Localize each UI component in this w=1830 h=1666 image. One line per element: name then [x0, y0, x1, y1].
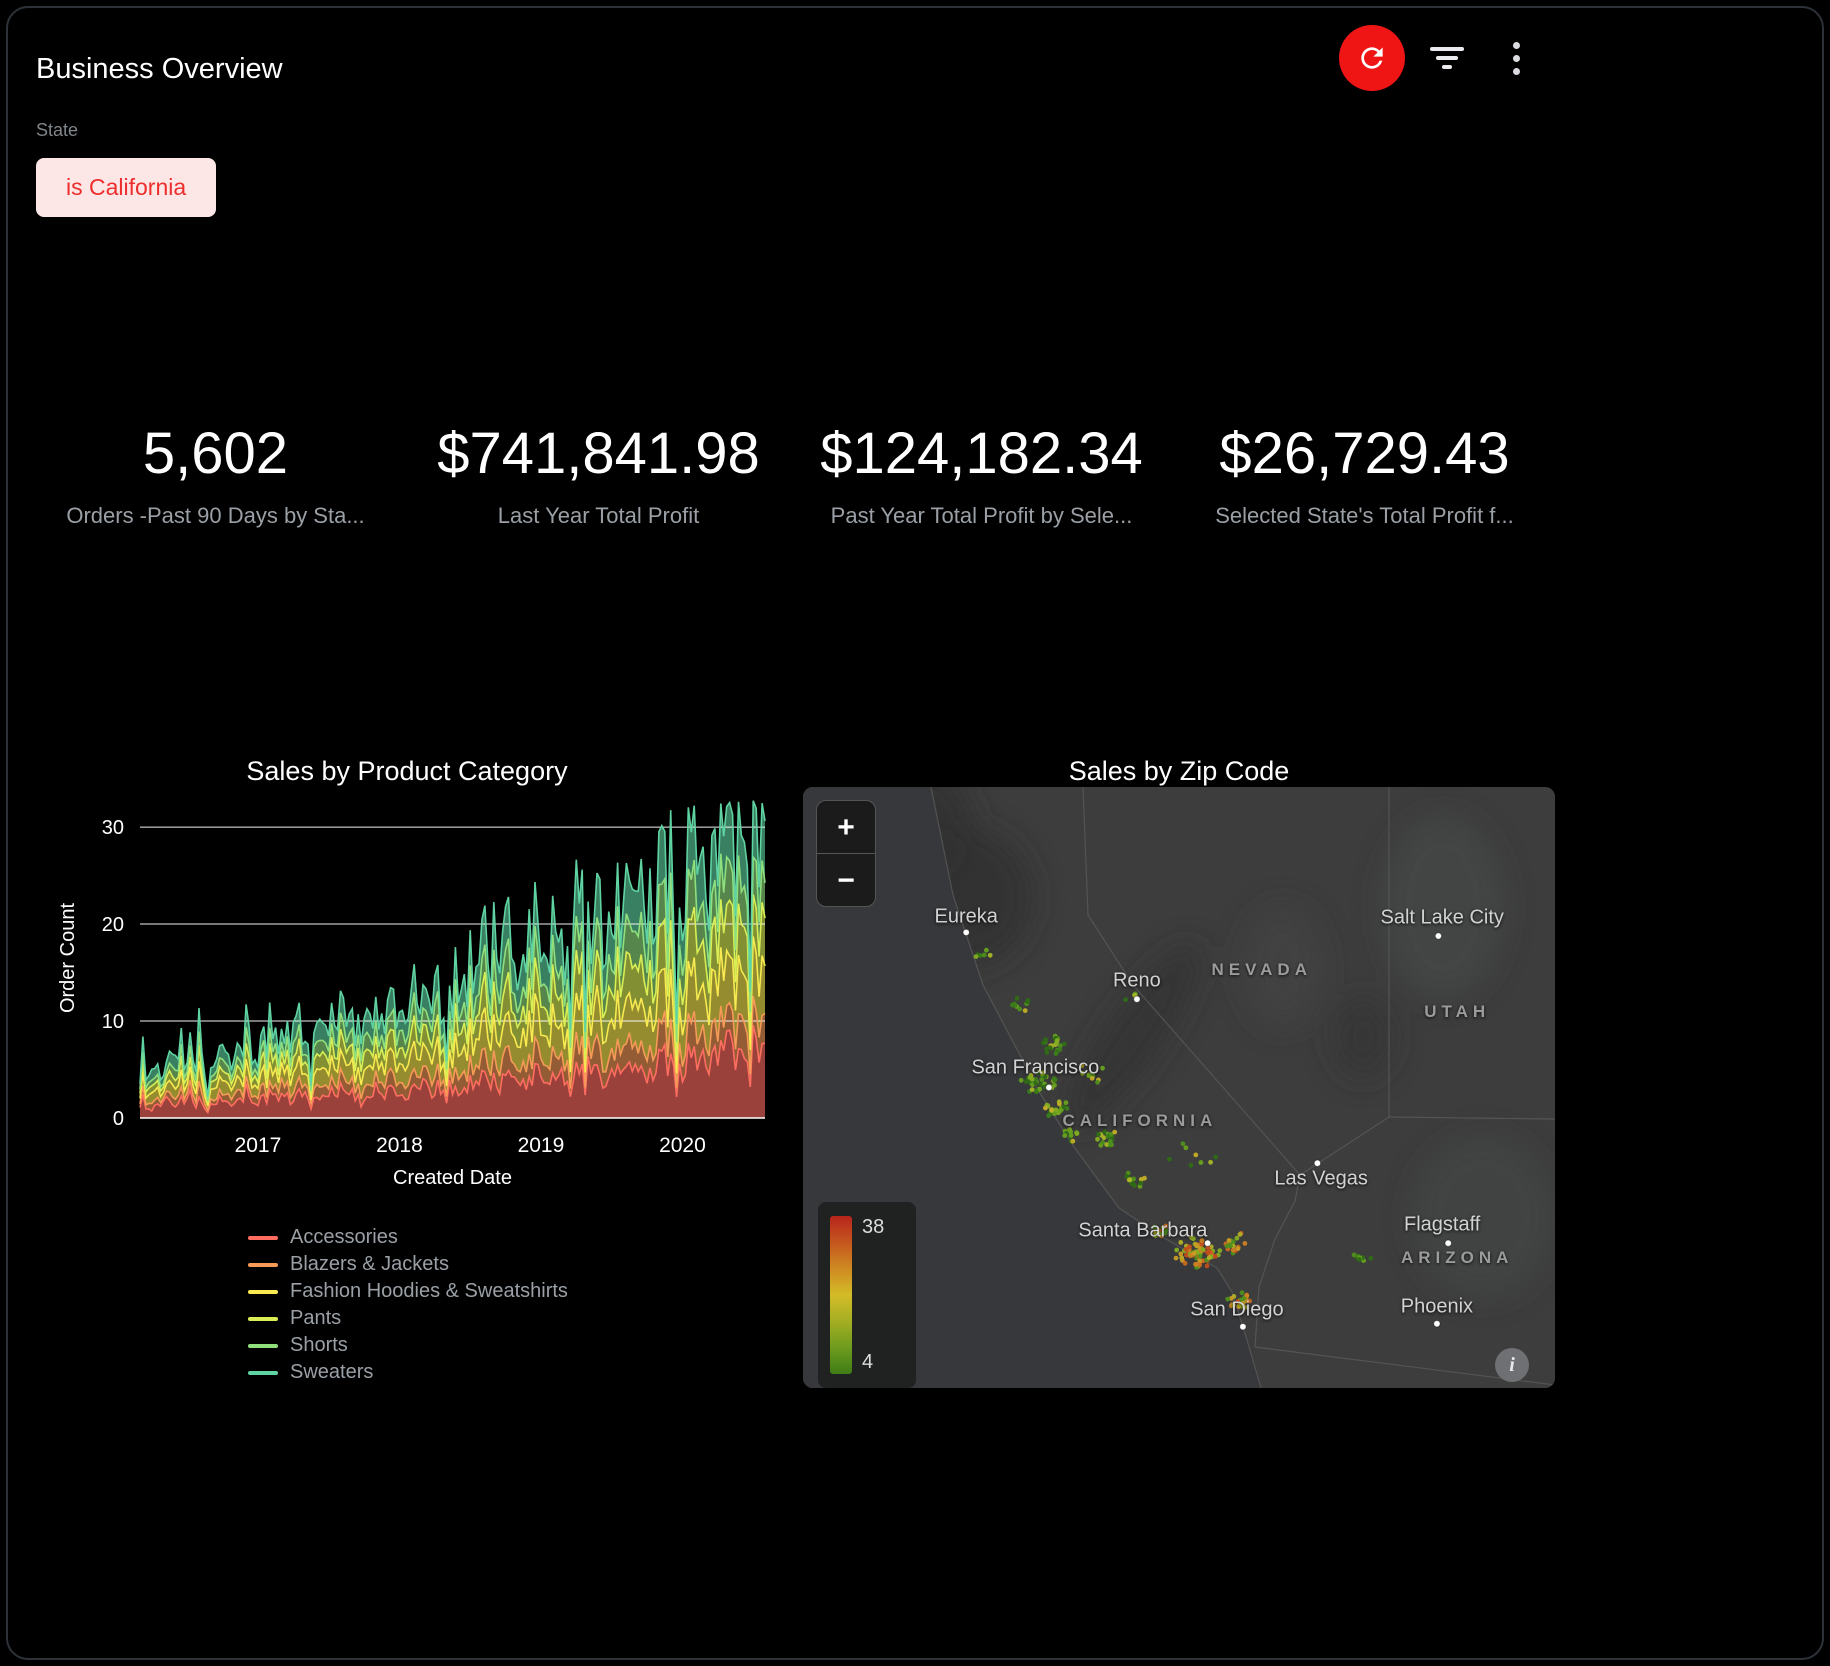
legend-swatch	[248, 1371, 278, 1375]
kpi-value: $26,729.43	[1173, 420, 1556, 487]
map-color-legend: 38 4	[818, 1202, 916, 1388]
legend-max-value: 38	[862, 1216, 884, 1239]
kpi-card-past-year-profit: $124,182.34 Past Year Total Profit by Se…	[790, 420, 1173, 529]
legend-item-1[interactable]: Blazers & Jackets	[248, 1253, 568, 1276]
category-chart-canvas[interactable]: 0 10 20 30 2017 2018 2019 2020 Created Date Order…	[24, 780, 790, 1200]
page-title: Business Overview	[36, 53, 283, 86]
legend-swatch	[248, 1344, 278, 1348]
map-zoom-control: + −	[816, 800, 876, 907]
legend-label: Sweaters	[290, 1361, 373, 1384]
legend-item-2[interactable]: Fashion Hoodies & Sweatshirts	[248, 1280, 568, 1303]
filter-bar	[1436, 56, 1458, 60]
legend-label: Fashion Hoodies & Sweatshirts	[290, 1280, 568, 1303]
svg-text:2017: 2017	[235, 1134, 282, 1157]
legend-item-4[interactable]: Shorts	[248, 1334, 568, 1357]
zip-map[interactable]: NEVADAUTAHCALIFORNIAARIZONAEurekaRenoSal…	[803, 787, 1555, 1388]
svg-text:2018: 2018	[376, 1134, 423, 1157]
legend-swatch	[248, 1236, 278, 1240]
svg-text:Created Date: Created Date	[393, 1167, 512, 1189]
legend-label: Pants	[290, 1307, 341, 1330]
legend-label: Shorts	[290, 1334, 348, 1357]
category-chart-legend: Accessories Blazers & Jackets Fashion Hood…	[248, 1226, 568, 1384]
state-filter-chip[interactable]: is California	[36, 158, 216, 217]
kpi-label: Last Year Total Profit	[407, 503, 790, 529]
svg-text:30: 30	[102, 817, 124, 839]
refresh-button[interactable]	[1339, 25, 1405, 91]
filter-icon[interactable]	[1423, 42, 1471, 74]
svg-text:2019: 2019	[518, 1134, 565, 1157]
kpi-value: $741,841.98	[407, 420, 790, 487]
map-info-icon[interactable]: i	[1495, 1348, 1529, 1382]
refresh-icon	[1356, 42, 1388, 74]
legend-label: Accessories	[290, 1226, 398, 1249]
color-gradient-bar	[830, 1216, 852, 1374]
filter-field-label: State	[36, 120, 78, 141]
svg-text:Order Count: Order Count	[57, 903, 79, 1013]
svg-text:10: 10	[102, 1011, 124, 1033]
legend-item-0[interactable]: Accessories	[248, 1226, 568, 1249]
map-zoom-in-button[interactable]: +	[817, 801, 875, 853]
kpi-label: Orders -Past 90 Days by Sta...	[24, 503, 407, 529]
zip-map-title: Sales by Zip Code	[803, 756, 1555, 787]
svg-text:2020: 2020	[659, 1134, 706, 1157]
kpi-label: Selected State's Total Profit f...	[1173, 503, 1556, 529]
kpi-row: 5,602 Orders -Past 90 Days by Sta... $74…	[24, 420, 1556, 529]
legend-item-5[interactable]: Sweaters	[248, 1361, 568, 1384]
kpi-card-state-profit: $26,729.43 Selected State's Total Profit…	[1173, 420, 1556, 529]
kpi-card-last-year-profit: $741,841.98 Last Year Total Profit	[407, 420, 790, 529]
kpi-label: Past Year Total Profit by Sele...	[790, 503, 1173, 529]
kpi-value: 5,602	[24, 420, 407, 487]
svg-text:20: 20	[102, 914, 124, 936]
kebab-menu-icon[interactable]	[1500, 38, 1532, 78]
legend-swatch	[248, 1263, 278, 1267]
filter-bar	[1442, 65, 1452, 69]
legend-label: Blazers & Jackets	[290, 1253, 449, 1276]
map-zoom-out-button[interactable]: −	[817, 854, 875, 906]
filter-bar	[1430, 47, 1464, 51]
legend-swatch	[248, 1317, 278, 1321]
kpi-value: $124,182.34	[790, 420, 1173, 487]
legend-item-3[interactable]: Pants	[248, 1307, 568, 1330]
svg-text:0: 0	[113, 1108, 124, 1130]
legend-min-value: 4	[862, 1351, 884, 1374]
kpi-card-orders: 5,602 Orders -Past 90 Days by Sta...	[24, 420, 407, 529]
legend-swatch	[248, 1290, 278, 1294]
